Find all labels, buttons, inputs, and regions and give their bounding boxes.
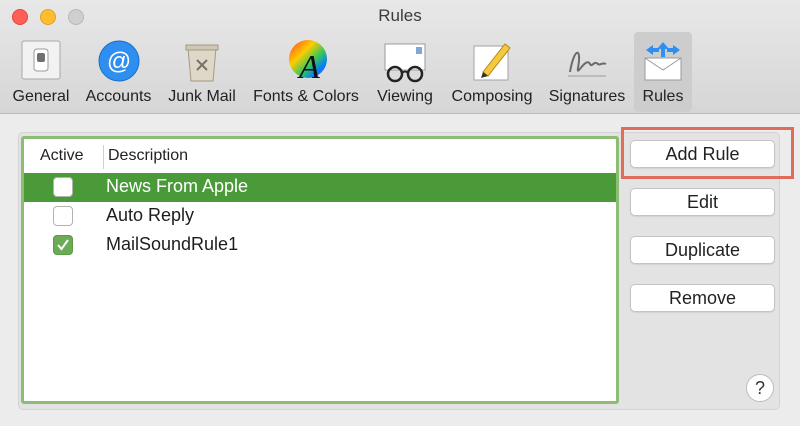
tab-fonts-colors-label: Fonts & Colors [253,88,359,105]
edit-button[interactable]: Edit [630,188,775,216]
rule-description: News From Apple [106,176,249,196]
titlebar: Rules General @ Accounts Junk Mail A Fon… [0,0,800,114]
tab-viewing[interactable]: Viewing [371,32,439,112]
column-divider [103,145,104,169]
rules-list-header: Active Description [24,139,616,174]
rule-row[interactable]: MailSoundRule1 [24,231,616,260]
rules-list[interactable]: Active Description News From Apple Auto … [21,136,619,404]
glasses-envelope-icon [382,38,428,84]
tab-general[interactable]: General [6,32,76,112]
rule-row[interactable]: Auto Reply [24,202,616,231]
pencil-paper-icon [469,38,515,84]
tab-viewing-label: Viewing [377,88,433,105]
tab-junk-mail-label: Junk Mail [168,88,236,105]
signature-icon [564,38,610,84]
rules-preferences-window: Rules General @ Accounts Junk Mail A Fon… [0,0,800,426]
switch-icon [18,38,64,84]
checkmark-icon [57,239,69,251]
tab-rules-label: Rules [642,88,684,105]
rule-active-checkbox[interactable] [53,235,73,255]
remove-button[interactable]: Remove [630,284,775,312]
tab-signatures-label: Signatures [548,88,626,105]
rule-row[interactable]: News From Apple [24,173,616,202]
help-button[interactable]: ? [746,374,774,402]
svg-text:A: A [297,49,320,84]
window-title: Rules [378,6,422,25]
tab-general-label: General [12,88,70,105]
tab-rules[interactable]: Rules [634,32,692,112]
tab-fonts-colors[interactable]: A Fonts & Colors [247,32,365,112]
tab-signatures[interactable]: Signatures [544,32,630,112]
tab-composing-label: Composing [451,88,533,105]
rule-active-checkbox[interactable] [53,206,73,226]
tab-accounts[interactable]: @ Accounts [80,32,157,112]
add-rule-button[interactable]: Add Rule [630,140,775,168]
tab-accounts-label: Accounts [85,88,152,105]
svg-text:@: @ [106,48,130,75]
tab-junk-mail[interactable]: Junk Mail [162,32,242,112]
trash-bin-icon [179,38,225,84]
rule-active-checkbox[interactable] [53,177,73,197]
rule-description: MailSoundRule1 [106,234,239,254]
envelope-arrows-icon [640,38,686,84]
duplicate-button[interactable]: Duplicate [630,236,775,264]
tab-composing[interactable]: Composing [446,32,538,112]
column-header-active[interactable]: Active [40,147,84,165]
rule-description: Auto Reply [106,205,195,225]
at-sign-icon: @ [96,38,142,84]
font-color-wheel-icon: A [283,38,329,86]
column-header-description[interactable]: Description [108,147,188,165]
